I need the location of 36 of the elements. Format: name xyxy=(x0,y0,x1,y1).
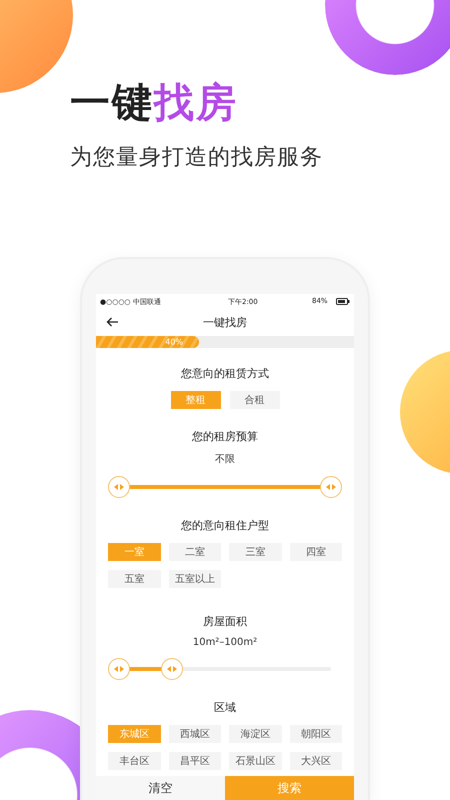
range-slider[interactable] xyxy=(108,476,342,498)
drag-arrows-icon xyxy=(326,484,336,490)
option-chip[interactable]: 昌平区 xyxy=(168,752,221,770)
option-chip[interactable]: 五室以上 xyxy=(168,570,221,588)
option-chip[interactable]: 五室 xyxy=(108,570,160,588)
clear-button[interactable]: 清空 xyxy=(96,776,225,800)
option-chip[interactable]: 四室 xyxy=(290,543,342,561)
headline: 一键找房 xyxy=(70,79,239,128)
range-value: 10m²–100m² xyxy=(192,637,258,648)
section-title: 您的意向租住户型 xyxy=(181,518,269,533)
range-value: 不限 xyxy=(215,453,235,466)
option-chip[interactable]: 西城区 xyxy=(168,725,221,743)
progress-label: 40% xyxy=(165,338,183,346)
slider-thumb[interactable] xyxy=(161,658,183,680)
section-title: 房屋面积 xyxy=(203,614,247,629)
option-chip[interactable]: 三室 xyxy=(229,543,282,561)
option-chip[interactable]: 朝阳区 xyxy=(290,725,342,743)
subtitle: 为您量身打造的找房服务 xyxy=(70,144,323,172)
page-title: 一键找房 xyxy=(203,315,247,330)
option-chip[interactable]: 丰台区 xyxy=(108,752,160,770)
drag-arrows-icon xyxy=(114,666,124,672)
option-chip[interactable]: 大兴区 xyxy=(290,752,342,770)
option-chip[interactable]: 合租 xyxy=(230,391,280,409)
back-arrow-icon[interactable] xyxy=(106,317,119,327)
drag-arrows-icon xyxy=(114,484,124,490)
slider-thumb[interactable] xyxy=(108,476,130,498)
drag-arrows-icon xyxy=(167,666,177,672)
slider-thumb[interactable] xyxy=(108,658,130,680)
section-title: 您意向的租赁方式 xyxy=(181,366,269,381)
option-chip[interactable]: 石景山区 xyxy=(229,752,282,770)
option-chip[interactable]: 海淀区 xyxy=(229,725,282,743)
slider-thumb[interactable] xyxy=(320,476,342,498)
option-chip[interactable]: 二室 xyxy=(168,543,221,561)
battery-icon xyxy=(336,298,350,305)
section-title: 您的租房预算 xyxy=(192,429,258,444)
section-title: 区域 xyxy=(214,700,236,715)
